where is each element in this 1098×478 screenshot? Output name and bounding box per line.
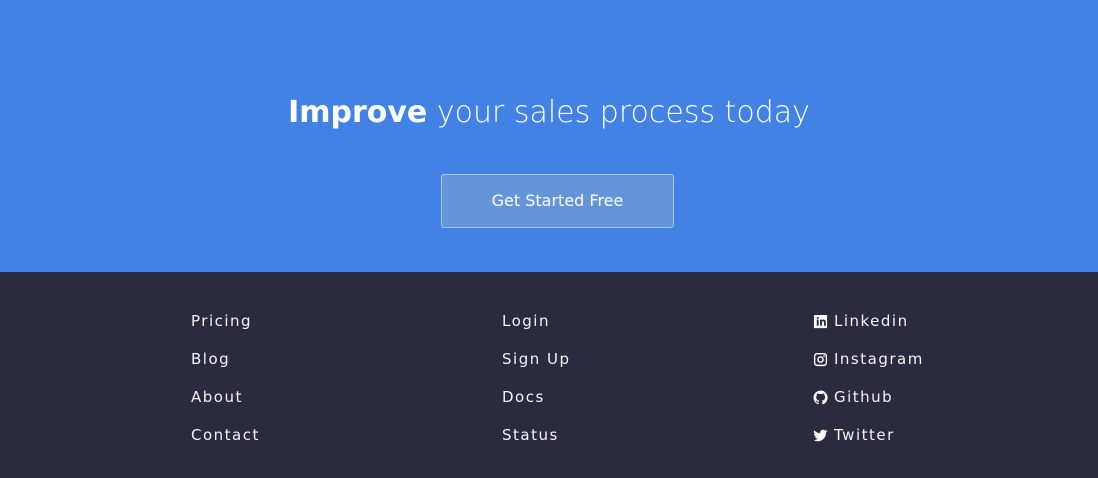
footer-link-login[interactable]: Login — [502, 310, 571, 332]
github-icon — [812, 389, 828, 405]
headline-text: your sales process today — [427, 95, 810, 130]
footer-link-label: Twitter — [834, 426, 895, 444]
footer-link-label: Github — [834, 388, 894, 406]
footer-column-social: Linkedin Instagram Github Twitter — [812, 310, 924, 462]
headline-emphasis: Improve — [288, 95, 428, 130]
cta-headline: Improve your sales process today — [0, 92, 1098, 134]
footer-link-label: Linkedin — [834, 312, 909, 330]
footer-link-docs[interactable]: Docs — [502, 386, 571, 408]
footer-link-linkedin[interactable]: Linkedin — [812, 310, 924, 332]
instagram-icon — [812, 351, 828, 367]
footer-link-signup[interactable]: Sign Up — [502, 348, 571, 370]
footer-link-blog[interactable]: Blog — [191, 348, 260, 370]
footer-link-contact[interactable]: Contact — [191, 424, 260, 446]
footer-column-company: Pricing Blog About Contact — [191, 310, 260, 462]
get-started-button[interactable]: Get Started Free — [441, 174, 674, 228]
footer-link-label: Instagram — [834, 350, 924, 368]
footer-link-status[interactable]: Status — [502, 424, 571, 446]
footer-link-about[interactable]: About — [191, 386, 260, 408]
linkedin-icon — [812, 313, 828, 329]
footer-link-instagram[interactable]: Instagram — [812, 348, 924, 370]
site-footer: Pricing Blog About Contact Login Sign Up… — [0, 272, 1098, 478]
twitter-icon — [812, 427, 828, 443]
footer-column-account: Login Sign Up Docs Status — [502, 310, 571, 462]
footer-link-twitter[interactable]: Twitter — [812, 424, 924, 446]
cta-section: Improve your sales process today Get Sta… — [0, 0, 1098, 272]
footer-link-pricing[interactable]: Pricing — [191, 310, 260, 332]
footer-link-github[interactable]: Github — [812, 386, 924, 408]
